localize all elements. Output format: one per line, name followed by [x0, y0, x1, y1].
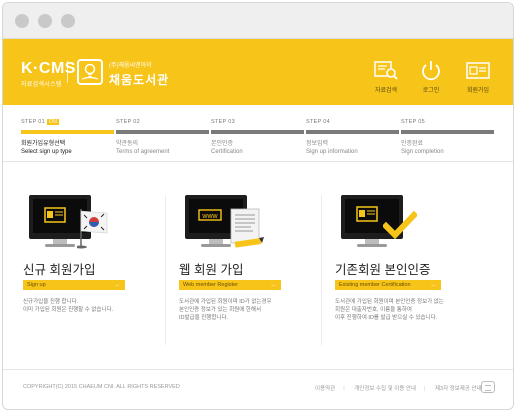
member-card-icon: [465, 59, 491, 81]
step-label-en: Certification: [211, 149, 243, 155]
step-4: STEP 04 정보입력 Sign up information: [306, 119, 399, 155]
window-dot-icon: [38, 14, 52, 28]
www-document-icon: www: [179, 189, 327, 255]
step-number: STEP 05: [401, 119, 426, 125]
step-progress-bar: [401, 130, 494, 134]
card-existing-member: 기존회원 본인인증 Existing member Certification …: [335, 189, 483, 322]
step-progress-bar: [116, 130, 209, 134]
existing-member-certification-button[interactable]: Existing member Certification →: [335, 280, 441, 290]
arrow-right-icon: →: [114, 282, 120, 288]
card-title: 웹 회원 가입: [179, 263, 244, 277]
section-divider: [3, 161, 513, 162]
step-label-kr: 본인인증: [211, 141, 234, 147]
step-2: STEP 02 약관동의 Terms of agreement: [116, 119, 209, 155]
arrow-right-icon: →: [270, 282, 276, 288]
card-new-member: 신규 회원가입 Sign up → 신규가입을 진행 합니다. 이미 가입된 회…: [23, 189, 171, 314]
nav-search[interactable]: 자료검색: [366, 59, 406, 94]
card-web-member: www 웹 회원 가입 Web member Register → 도서관에 가…: [179, 189, 327, 322]
footer-link-privacy[interactable]: 개인정보 수집 및 이용 안내: [354, 386, 416, 392]
step-progress-bar: [306, 130, 399, 134]
step-label-kr: 인증완료: [401, 141, 424, 147]
step-label-en: Select sign up type: [21, 149, 72, 155]
window-titlebar: [3, 3, 513, 39]
step-number: STEP 01: [21, 119, 46, 125]
step-label-en: Terms of agreement: [116, 149, 170, 155]
search-catalog-icon: [373, 59, 399, 81]
footer-divider: [3, 369, 513, 370]
library-logo[interactable]: (주)채움씨앤아이 채움도서관: [109, 60, 169, 88]
nav-search-label: 자료검색: [374, 88, 398, 94]
site-header: K·CMS 자료검색시스템 (주)채움씨앤아이 채움도서관 자료검색 로그인 회…: [3, 39, 513, 105]
step-number: STEP 03: [211, 119, 236, 125]
window-dot-icon: [15, 14, 29, 28]
step-number: STEP 04: [306, 119, 331, 125]
lightbulb-book-icon: [77, 59, 103, 85]
id-check-icon: [335, 189, 483, 255]
step-progress-bar: [21, 130, 114, 134]
button-label: Sign up: [27, 282, 46, 288]
arrow-right-icon: →: [430, 282, 436, 288]
power-icon: [418, 59, 444, 81]
card-title: 신규 회원가입: [23, 263, 96, 277]
step-label-kr: 약관동의: [116, 141, 139, 147]
nav-login-label: 로그인: [422, 88, 440, 94]
button-label: Existing member Certification: [339, 282, 411, 288]
footer-links: 이용약관 | 개인정보 수집 및 이용 안내 | 제3자 정보제공 안내: [315, 386, 482, 392]
sign-up-button[interactable]: Sign up →: [23, 280, 125, 290]
footer-link-third-party[interactable]: 제3자 정보제공 안내: [435, 386, 482, 392]
step-1: STEP 01 ON 회원가입유형선택 Select sign up type: [21, 119, 114, 155]
copyright: COPYRIGHT(C) 2015 CHAEUM CNI. ALL RIGHTS…: [23, 384, 180, 390]
nav-signup[interactable]: 회원가입: [458, 59, 498, 94]
step-progress-bar: [211, 130, 304, 134]
library-org: (주)채움씨앤아이: [109, 63, 152, 69]
nav-signup-label: 회원가입: [466, 88, 490, 94]
step-label-kr: 회원가입유형선택: [21, 141, 66, 147]
web-member-register-button[interactable]: Web member Register →: [179, 280, 281, 290]
card-description: 도서관에 가입된 회원이며 본인인증 정보가 없는 회원은 대출자번호, 이름을…: [335, 299, 444, 321]
button-label: Web member Register: [183, 282, 238, 288]
card-description: 신규가입을 진행 합니다. 이미 가입된 회원은 진행할 수 없습니다.: [23, 299, 114, 313]
step-3: STEP 03 본인인증 Certification: [211, 119, 304, 155]
browser-window: K·CMS 자료검색시스템 (주)채움씨앤아이 채움도서관 자료검색 로그인 회…: [2, 2, 514, 410]
step-on-badge: ON: [47, 119, 60, 125]
step-5: STEP 05 인증완료 Sign completion: [401, 119, 494, 155]
id-card-flag-icon: [23, 189, 171, 255]
card-title: 기존회원 본인인증: [335, 263, 431, 277]
library-name: 채움도서관: [109, 73, 170, 87]
step-label-en: Sign completion: [401, 149, 444, 155]
step-label-en: Sign up information: [306, 149, 358, 155]
step-number: STEP 02: [116, 119, 141, 125]
step-label-kr: 정보입력: [306, 141, 329, 147]
footer-link-terms[interactable]: 이용약관: [315, 386, 335, 392]
logo-divider: [67, 61, 68, 83]
window-dot-icon: [61, 14, 75, 28]
card-description: 도서관에 가입된 회원이며 ID가 없는경우 본인인증 정보가 있는 회원에 한…: [179, 299, 272, 321]
nav-login[interactable]: 로그인: [411, 59, 451, 94]
menu-icon[interactable]: [481, 381, 495, 393]
svg-text:www: www: [201, 213, 218, 220]
